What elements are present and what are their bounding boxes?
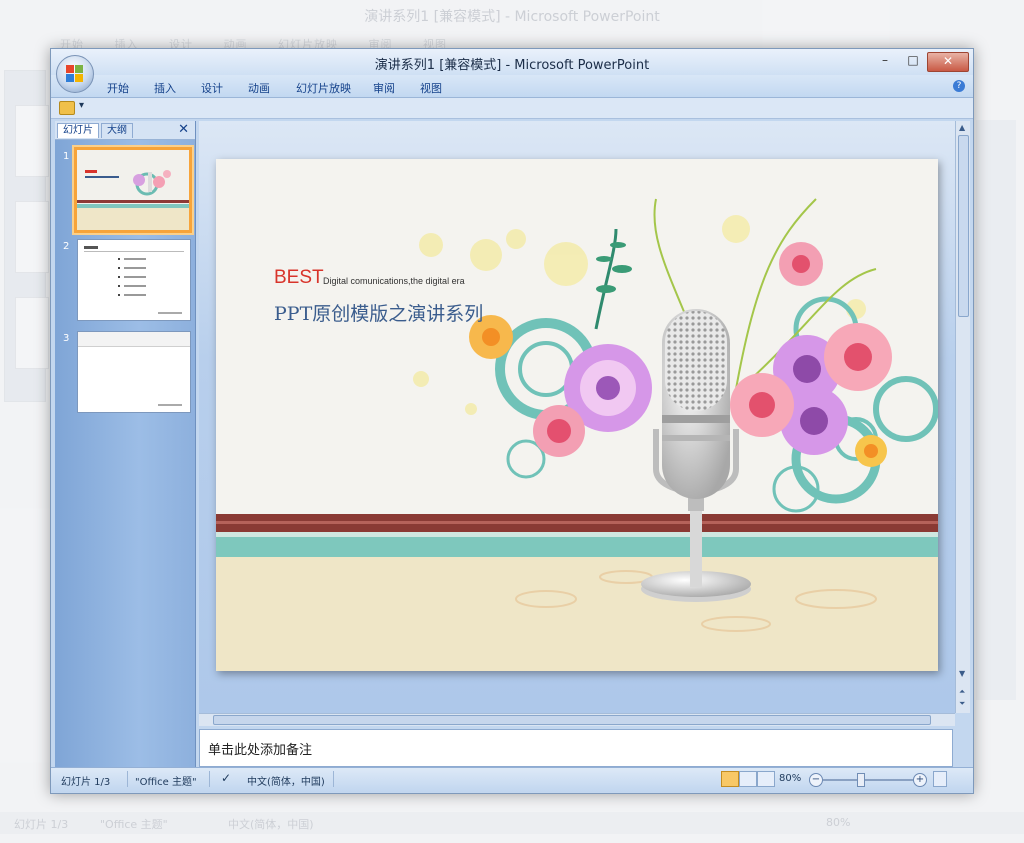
slide-thumbnail-3-image: [78, 332, 190, 412]
slide-number: 3: [63, 333, 70, 344]
status-language[interactable]: 中文(简体，中国): [247, 773, 325, 788]
office-button[interactable]: [56, 55, 94, 93]
slide-sorter-view-icon[interactable]: [739, 771, 757, 787]
scroll-down-icon[interactable]: ▼: [959, 669, 965, 678]
status-separator: [209, 771, 210, 787]
previous-slide-icon[interactable]: ⏶: [959, 687, 965, 697]
zoom-level[interactable]: 80%: [779, 773, 801, 784]
status-theme[interactable]: "Office 主题": [135, 773, 197, 788]
fit-to-window-icon[interactable]: [933, 771, 947, 787]
status-slide-info: 幻灯片 1/3: [61, 777, 111, 788]
tab-animation[interactable]: 动画: [248, 80, 270, 96]
horizontal-scrollbar[interactable]: [199, 713, 955, 726]
open-folder-icon[interactable]: [59, 101, 75, 115]
background-window-title: 演讲系列1 [兼容模式] - Microsoft PowerPoint: [364, 9, 660, 25]
background-right-edge: [976, 120, 1016, 700]
zoom-out-icon[interactable]: −: [809, 773, 823, 787]
background-status-theme: "Office 主题": [100, 818, 168, 831]
vertical-scrollbar[interactable]: ▲ ▼ ⏶ ⏷: [955, 121, 970, 713]
tab-design[interactable]: 设计: [201, 80, 223, 96]
tab-home[interactable]: 开始: [107, 80, 129, 96]
status-bar: 幻灯片 1/3 "Office 主题" ✓ 中文(简体，中国) 80% − +: [51, 767, 973, 792]
background-thumbnail: [15, 105, 49, 177]
spell-check-icon[interactable]: ✓: [221, 771, 231, 785]
slide-best-label: BEST: [274, 267, 324, 288]
background-thumbnail: [15, 297, 49, 369]
zoom-slider[interactable]: [823, 779, 915, 781]
maximize-button[interactable]: □: [899, 52, 927, 70]
slide-artwork: [216, 159, 938, 671]
notes-pane[interactable]: 单击此处添加备注: [199, 729, 953, 767]
background-statusbar: 幻灯片 1/3 "Office 主题" 中文(简体，中国) 80%: [0, 812, 1024, 834]
powerpoint-window: 演讲系列1 [兼容模式] - Microsoft PowerPoint – □ …: [50, 48, 974, 794]
help-icon[interactable]: ?: [953, 80, 965, 92]
slide-number: 1: [63, 151, 70, 162]
background-left-pane: [4, 70, 49, 402]
vertical-scroll-thumb[interactable]: [958, 135, 969, 317]
title-bar[interactable]: 演讲系列1 [兼容模式] - Microsoft PowerPoint – □ …: [51, 49, 973, 75]
slide-thumbnail-3[interactable]: [77, 331, 191, 413]
normal-view-icon[interactable]: [721, 771, 739, 787]
scroll-up-icon[interactable]: ▲: [959, 123, 965, 132]
close-button[interactable]: ✕: [927, 52, 969, 72]
window-title: 演讲系列1 [兼容模式] - Microsoft PowerPoint: [374, 58, 650, 73]
horizontal-scroll-thumb[interactable]: [213, 715, 931, 725]
status-separator: [127, 771, 128, 787]
background-thumbnail: [15, 201, 49, 273]
slide-number: 2: [63, 241, 70, 252]
background-status-zoom: 80%: [826, 816, 851, 829]
slide-title: PPT原创模版之演讲系列: [274, 303, 484, 325]
zoom-in-icon[interactable]: +: [913, 773, 927, 787]
slide-thumbnail-2[interactable]: [77, 239, 191, 321]
next-slide-icon[interactable]: ⏷: [959, 699, 965, 709]
background-status-language: 中文(简体，中国): [228, 818, 314, 831]
office-logo-icon: [66, 65, 84, 83]
slides-pane: 幻灯片 大纲 ✕ 1 2 3: [55, 121, 196, 767]
minimize-button[interactable]: –: [871, 52, 899, 70]
ribbon-tabs: 开始 插入 设计 动画 幻灯片放映 审阅 视图 ?: [51, 75, 973, 98]
slide-subtitle: Digital comunications,the digital era: [323, 276, 465, 286]
tab-outline[interactable]: 大纲: [101, 123, 133, 138]
slide-thumbnail-2-image: [78, 240, 190, 320]
zoom-slider-knob[interactable]: [857, 773, 865, 787]
slide-thumbnail-1[interactable]: [74, 147, 192, 233]
tab-slides[interactable]: 幻灯片: [57, 123, 99, 138]
qat-customize-icon[interactable]: ▾: [79, 100, 84, 111]
tab-view[interactable]: 视图: [420, 80, 442, 96]
pane-close-icon[interactable]: ✕: [178, 122, 189, 137]
status-separator: [333, 771, 334, 787]
tab-review[interactable]: 审阅: [373, 80, 395, 96]
slideshow-view-icon[interactable]: [757, 771, 775, 787]
current-slide[interactable]: BEST Digital comunications,the digital e…: [216, 159, 938, 671]
quick-access-toolbar: ▾: [51, 98, 973, 119]
notes-placeholder: 单击此处添加备注: [208, 743, 313, 758]
pane-tabs: 幻灯片 大纲 ✕: [55, 121, 195, 140]
tab-slideshow[interactable]: 幻灯片放映: [296, 80, 351, 96]
background-status-slide: 幻灯片 1/3: [14, 818, 69, 831]
tab-insert[interactable]: 插入: [154, 80, 176, 96]
slide-thumbnail-1-image: [77, 150, 189, 230]
